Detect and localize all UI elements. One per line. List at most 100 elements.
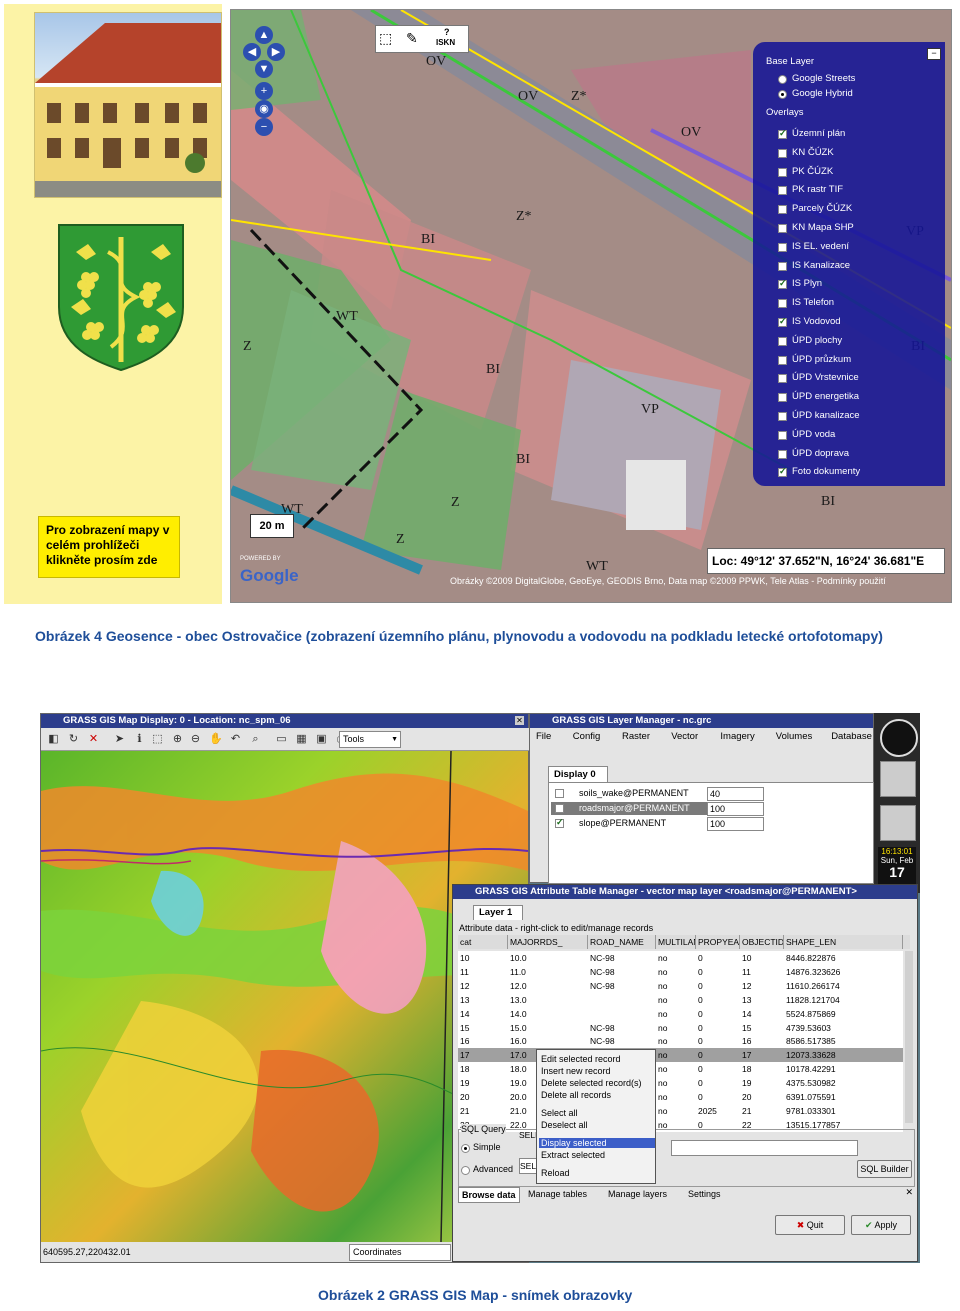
erase-icon[interactable]: ✕ xyxy=(87,733,100,746)
table-row[interactable]: 17 17.0 no 0 17 12073.33628 xyxy=(458,1048,903,1063)
map-display-titlebar[interactable]: GRASS GIS Map Display: 0 - Location: nc_… xyxy=(41,714,528,728)
overlay-checkbox[interactable] xyxy=(778,205,787,215)
bottom-tab[interactable]: Manage tables xyxy=(528,1187,587,1201)
column-header[interactable]: PROPYEAR xyxy=(696,935,740,949)
simple-radio[interactable] xyxy=(461,1144,470,1153)
overlay-checkbox[interactable] xyxy=(778,336,787,346)
layer-row[interactable]: roadsmajor@PERMANENT xyxy=(551,802,721,815)
zoom-in-icon[interactable]: + xyxy=(255,82,273,100)
menu-item[interactable]: File xyxy=(536,731,551,742)
bottom-tab[interactable]: Manage layers xyxy=(608,1187,667,1201)
table-row[interactable]: 15 15.0 NC-98 no 0 15 4739.53603 xyxy=(458,1020,903,1035)
close-icon[interactable]: ✕ xyxy=(515,716,524,725)
table-row[interactable]: 11 11.0 NC-98 no 0 11 14876.323626 xyxy=(458,964,903,979)
table-row[interactable]: 20 20.0 no 0 20 6391.075591 xyxy=(458,1090,903,1104)
zoom-back-icon[interactable]: ↶ xyxy=(229,733,242,746)
iskn-button[interactable]: ISKN xyxy=(436,38,455,47)
settings-icon[interactable] xyxy=(880,805,916,841)
layer-row[interactable]: slope@PERMANENT xyxy=(551,817,721,830)
base-layer-radio[interactable] xyxy=(778,75,787,84)
table-row[interactable]: 14 14.0 no 0 14 5524.875869 xyxy=(458,1006,903,1021)
layer-opacity-input[interactable]: 100 xyxy=(707,802,764,816)
context-menu-item[interactable]: Delete selected record(s) xyxy=(541,1078,642,1088)
tools-select[interactable]: Tools ▼ xyxy=(339,731,401,748)
overlay-checkbox[interactable] xyxy=(778,430,787,440)
overlay-icon[interactable]: ▦ xyxy=(295,733,308,746)
tab-display-0[interactable]: Display 0 xyxy=(548,766,608,783)
zoom-in-tool-icon[interactable]: ⊕ xyxy=(171,733,184,746)
sql-builder-button[interactable]: SQL Builder xyxy=(857,1160,912,1178)
table-row[interactable]: 10 10.0 NC-98 no 0 10 8446.822876 xyxy=(458,951,903,965)
monitor-icon[interactable] xyxy=(880,761,916,797)
table-row[interactable]: 16 16.0 NC-98 no 0 16 8586.517385 xyxy=(458,1034,903,1049)
pan-west-icon[interactable]: ◀ xyxy=(243,43,261,61)
bottom-tab[interactable]: Settings xyxy=(688,1187,721,1201)
zoom-box-icon[interactable]: ⬚ xyxy=(151,733,164,746)
table-row[interactable]: 13 13.0 no 0 13 11828.121704 xyxy=(458,992,903,1007)
menu-item[interactable]: Vector xyxy=(671,731,698,742)
save-image-icon[interactable]: ▣ xyxy=(315,733,328,746)
context-menu-item[interactable]: Delete all records xyxy=(541,1090,611,1100)
layer-row[interactable]: soils_wake@PERMANENT xyxy=(551,787,721,800)
menu-item[interactable]: Imagery xyxy=(720,731,754,742)
overlay-checkbox[interactable] xyxy=(778,167,787,177)
clock-app-icon[interactable] xyxy=(880,719,918,757)
overlay-checkbox[interactable] xyxy=(778,316,787,327)
fullscreen-map-link[interactable]: Pro zobrazení mapy v celém prohlížeči kl… xyxy=(38,516,180,578)
overlay-checkbox[interactable] xyxy=(778,186,787,196)
layer-checkbox[interactable] xyxy=(555,789,564,798)
apply-button[interactable]: ✔ Apply xyxy=(851,1215,911,1235)
pan-north-icon[interactable]: ▲ xyxy=(255,26,273,44)
overlay-checkbox[interactable] xyxy=(778,224,787,233)
pan-east-icon[interactable]: ▶ xyxy=(267,43,285,61)
context-menu-item[interactable]: Select all xyxy=(541,1108,578,1118)
table-row[interactable]: 21 21.0 no 2025 21 9781.033301 xyxy=(458,1103,903,1118)
table-row[interactable]: 19 19.0 no 0 19 4375.530982 xyxy=(458,1076,903,1091)
menu-item[interactable]: Raster xyxy=(622,731,650,742)
overlay-checkbox[interactable] xyxy=(778,278,787,290)
column-header[interactable]: OBJECTID xyxy=(740,935,784,949)
statusbar-mode-select[interactable]: Coordinates xyxy=(349,1244,451,1261)
map-link-text[interactable]: Pro zobrazení mapy v celém prohlížeči kl… xyxy=(46,523,174,568)
overlay-checkbox[interactable] xyxy=(778,355,787,365)
minus-icon[interactable]: − xyxy=(927,48,941,60)
table-row[interactable]: 12 12.0 NC-98 no 0 12 11610.266174 xyxy=(458,978,903,993)
overlay-checkbox[interactable] xyxy=(778,261,787,271)
atm-close-icon[interactable]: ✕ xyxy=(905,1187,913,1198)
layer-checkbox[interactable] xyxy=(555,817,564,828)
quit-button[interactable]: ✖ Quit xyxy=(775,1215,845,1235)
context-menu-item[interactable]: Display selected xyxy=(539,1138,655,1148)
menu-item[interactable]: Database xyxy=(831,731,872,742)
layer-checkbox[interactable] xyxy=(555,804,564,813)
bottom-tab[interactable]: Browse data xyxy=(458,1187,520,1203)
display-map-icon[interactable]: ◧ xyxy=(47,733,60,746)
zoom-out-icon[interactable]: − xyxy=(255,118,273,136)
layer-opacity-input[interactable]: 40 xyxy=(707,787,764,801)
column-header[interactable]: cat xyxy=(458,935,508,949)
column-header[interactable]: MAJORRDS_ xyxy=(508,935,588,949)
context-menu-item[interactable]: Extract selected xyxy=(541,1150,605,1160)
context-menu-item[interactable]: Reload xyxy=(541,1168,570,1178)
sql-where-input[interactable] xyxy=(671,1140,858,1156)
overlay-checkbox[interactable] xyxy=(778,128,787,139)
context-menu-item[interactable]: Edit selected record xyxy=(541,1054,621,1064)
atm-titlebar[interactable]: GRASS GIS Attribute Table Manager - vect… xyxy=(453,885,917,899)
select-box-icon[interactable]: ⬚ xyxy=(379,30,392,47)
layer-opacity-input[interactable]: 100 xyxy=(707,817,764,831)
context-menu-item[interactable]: Insert new record xyxy=(541,1066,611,1076)
render-icon[interactable]: ↻ xyxy=(67,733,80,746)
overlay-checkbox[interactable] xyxy=(778,148,787,158)
column-header[interactable]: ROAD_NAME xyxy=(588,935,656,949)
overlay-checkbox[interactable] xyxy=(778,449,787,459)
column-header[interactable]: SHAPE_LEN xyxy=(784,935,903,949)
pan-icon[interactable]: ✋ xyxy=(209,733,223,746)
pan-south-icon[interactable]: ▼ xyxy=(255,60,273,78)
overlay-checkbox[interactable] xyxy=(778,412,787,421)
overlay-checkbox[interactable] xyxy=(778,466,787,478)
analyze-icon[interactable]: ▭ xyxy=(275,733,288,746)
zoom-world-icon[interactable]: ◉ xyxy=(255,100,273,118)
pointer-icon[interactable]: ➤ xyxy=(113,733,126,746)
table-scrollbar[interactable] xyxy=(905,951,913,1123)
zoom-out-tool-icon[interactable]: ⊖ xyxy=(189,733,202,746)
tab-layer-1[interactable]: Layer 1 xyxy=(473,905,523,920)
